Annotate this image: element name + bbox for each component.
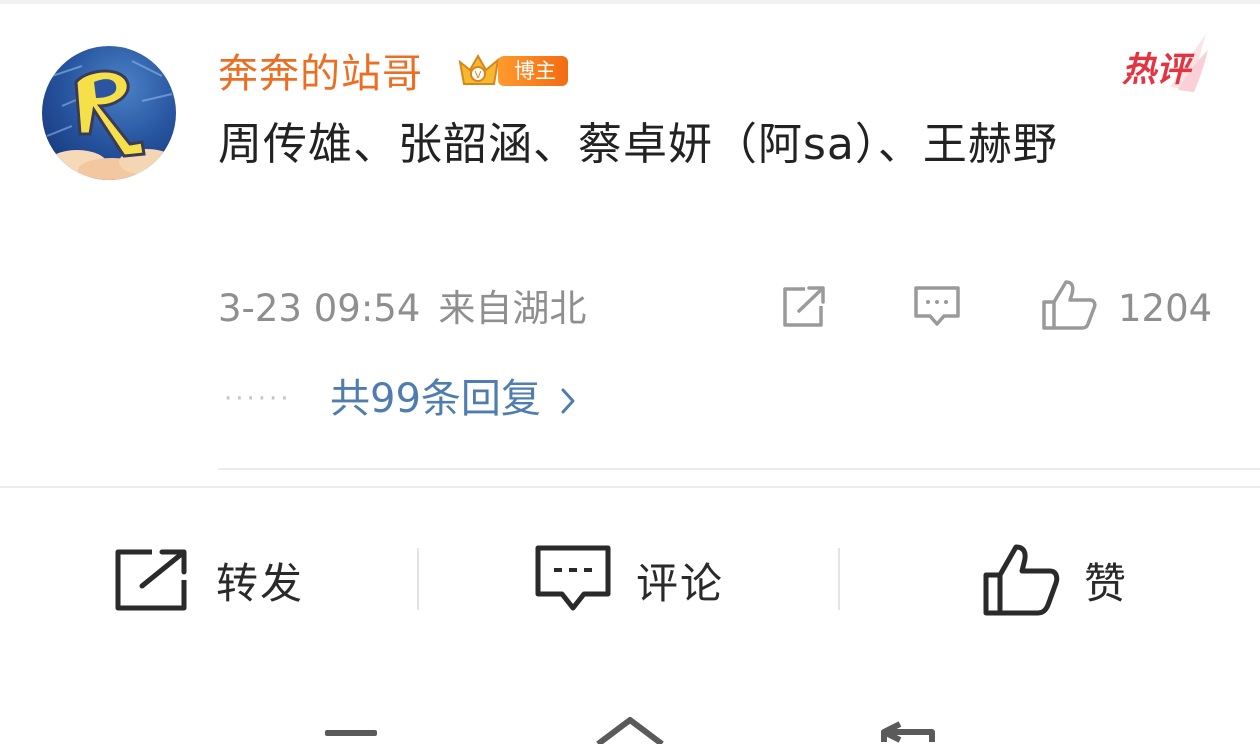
view-replies-link[interactable]: 共99条回复 <box>330 373 577 425</box>
like-label: 赞 <box>1084 558 1129 608</box>
reply-dots: ······ <box>224 384 292 414</box>
share-icon[interactable] <box>779 284 829 330</box>
hot-comment-tag: 热评 <box>1120 32 1210 94</box>
action-separator <box>838 548 840 610</box>
home-icon[interactable] <box>596 717 664 744</box>
svg-text:V: V <box>475 70 482 81</box>
chevron-right-icon <box>561 388 575 414</box>
comment-label: 评论 <box>636 558 725 608</box>
comment-location: 来自湖北 <box>438 287 587 330</box>
badge-label: 博主 <box>498 56 568 86</box>
system-nav-bar <box>325 717 935 744</box>
menu-icon[interactable] <box>325 730 377 736</box>
share-label: 转发 <box>216 558 305 608</box>
like-icon[interactable] <box>1040 278 1098 332</box>
comment-icon[interactable] <box>912 284 962 330</box>
comment-text: 周传雄、张韶涵、蔡卓妍（阿sa）、王赫野 <box>218 119 1058 170</box>
comment-date: 3-23 09:54 <box>218 287 421 330</box>
replies-label: 共99条回复 <box>330 376 541 422</box>
like-button[interactable]: 赞 <box>980 540 1128 620</box>
like-icon <box>983 544 1060 616</box>
comment-button[interactable]: 评论 <box>534 540 724 620</box>
hot-label: 热评 <box>1122 50 1190 90</box>
comment-divider <box>218 468 1260 470</box>
like-count: 1204 <box>1118 287 1213 330</box>
back-icon[interactable] <box>881 721 935 743</box>
action-separator <box>417 548 419 610</box>
blogger-badge: V 博主 <box>456 50 568 88</box>
comment-meta: 3-23 09:54 来自湖北 <box>218 286 586 332</box>
share-icon <box>115 549 187 611</box>
top-divider <box>0 0 1260 4</box>
comment-icon <box>535 545 611 611</box>
username[interactable]: 奔奔的站哥 <box>218 48 423 100</box>
avatar[interactable] <box>42 46 176 180</box>
section-divider <box>0 486 1260 488</box>
share-button[interactable]: 转发 <box>112 540 304 620</box>
